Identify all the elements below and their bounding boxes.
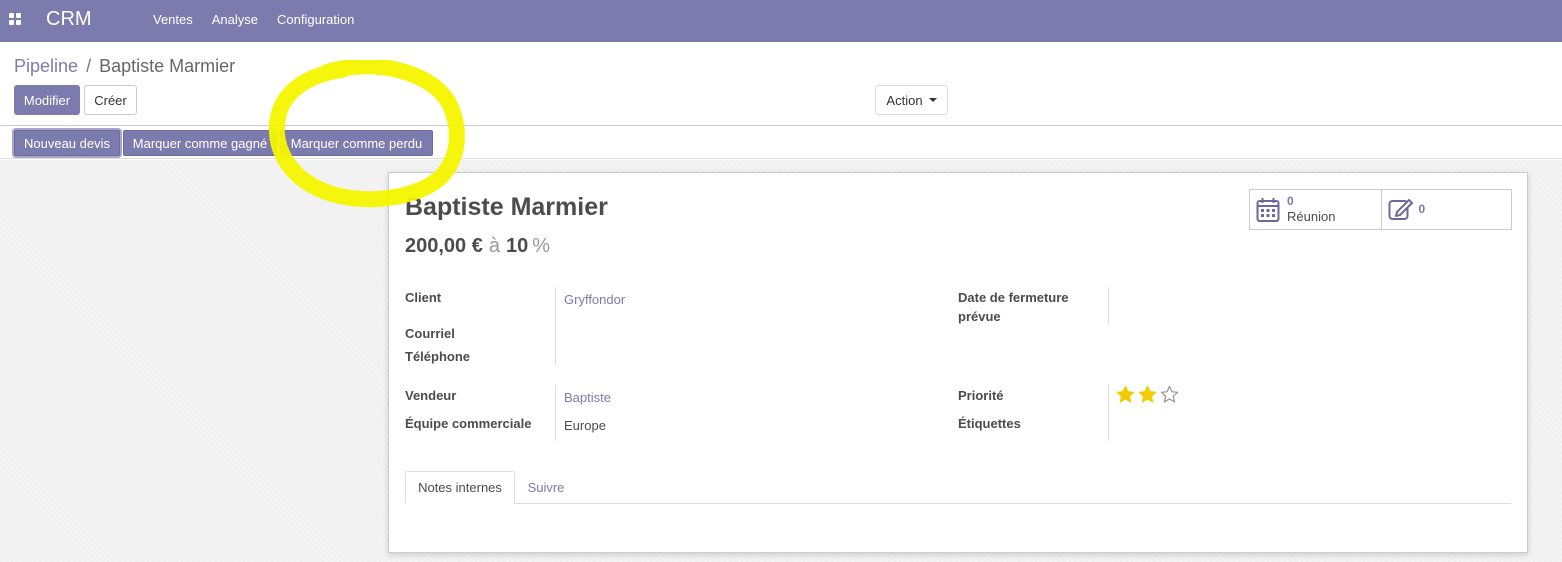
- closing-date-label-line1: Date de fermeture: [958, 290, 1069, 305]
- field-divider: [555, 287, 556, 365]
- notes-count: 0: [1418, 202, 1426, 216]
- expected-revenue: 200,00 € à 10%: [405, 235, 550, 258]
- notes-smart-button[interactable]: 0: [1380, 190, 1512, 229]
- mark-won-button[interactable]: Marquer comme gagné: [123, 130, 277, 156]
- breadcrumb-current: Baptiste Marmier: [99, 56, 236, 76]
- star-empty-icon[interactable]: [1160, 385, 1179, 404]
- email-label: Courriel: [405, 326, 455, 341]
- action-dropdown-button[interactable]: Action: [875, 85, 948, 115]
- percent-sign: %: [532, 235, 551, 257]
- main-menu: Ventes Analyse Configuration: [153, 12, 373, 28]
- star-filled-icon[interactable]: [1138, 385, 1157, 404]
- tab-internal-notes[interactable]: Notes internes: [405, 471, 515, 504]
- meetings-count: 0: [1287, 194, 1294, 208]
- sales-team-label: Équipe commerciale: [405, 416, 532, 431]
- top-navbar: CRM Ventes Analyse Configuration: [0, 0, 1562, 42]
- menu-item-ventes[interactable]: Ventes: [153, 12, 193, 28]
- status-bar: Nouveau devis Marquer comme gagné Marque…: [0, 126, 1562, 159]
- edit-note-icon: [1388, 199, 1413, 220]
- priority-label: Priorité: [958, 388, 1004, 403]
- field-divider: [555, 385, 556, 441]
- calendar-icon: [1256, 198, 1280, 222]
- mark-lost-button[interactable]: Marquer comme perdu: [280, 130, 433, 156]
- menu-item-configuration[interactable]: Configuration: [277, 12, 354, 28]
- breadcrumb-separator: /: [86, 56, 92, 76]
- field-divider: [1108, 385, 1109, 441]
- menu-item-analyse[interactable]: Analyse: [212, 12, 258, 28]
- app-name[interactable]: CRM: [46, 8, 92, 31]
- caret-down-icon: [928, 98, 937, 102]
- tags-label: Étiquettes: [958, 416, 1021, 431]
- at-label: à: [488, 235, 500, 257]
- new-quotation-button[interactable]: Nouveau devis: [14, 130, 120, 156]
- edit-button[interactable]: Modifier: [14, 85, 80, 115]
- action-label: Action: [886, 92, 923, 108]
- client-label: Client: [405, 290, 442, 305]
- create-button[interactable]: Créer: [84, 85, 137, 115]
- revenue-amount: 200,00 €: [405, 235, 483, 257]
- meetings-label: Réunion: [1287, 209, 1336, 224]
- salesperson-value[interactable]: Baptiste: [564, 388, 611, 407]
- form-sheet: Baptiste Marmier 200,00 € à 10% 0 Réunion: [388, 172, 1528, 553]
- salesperson-label: Vendeur: [405, 388, 457, 403]
- breadcrumb-pipeline-link[interactable]: Pipeline: [14, 56, 78, 76]
- closing-date-label-line2: prévue: [958, 309, 1001, 324]
- sales-team-value[interactable]: Europe: [564, 416, 606, 435]
- priority-stars: [1116, 385, 1179, 404]
- probability-value: 10: [505, 235, 529, 257]
- breadcrumb: Pipeline / Baptiste Marmier: [14, 56, 235, 76]
- lead-title: Baptiste Marmier: [405, 193, 608, 221]
- star-filled-icon[interactable]: [1116, 385, 1135, 404]
- meetings-smart-button[interactable]: 0 Réunion: [1250, 190, 1381, 229]
- apps-menu-icon[interactable]: [9, 13, 21, 25]
- notebook-tabs: Notes internes Suivre: [405, 471, 1511, 504]
- phone-label: Téléphone: [405, 349, 471, 364]
- smart-buttons: 0 Réunion 0: [1249, 189, 1512, 230]
- tab-follow[interactable]: Suivre: [515, 471, 577, 504]
- field-divider: [1108, 287, 1109, 325]
- client-value[interactable]: Gryffondor: [564, 290, 625, 309]
